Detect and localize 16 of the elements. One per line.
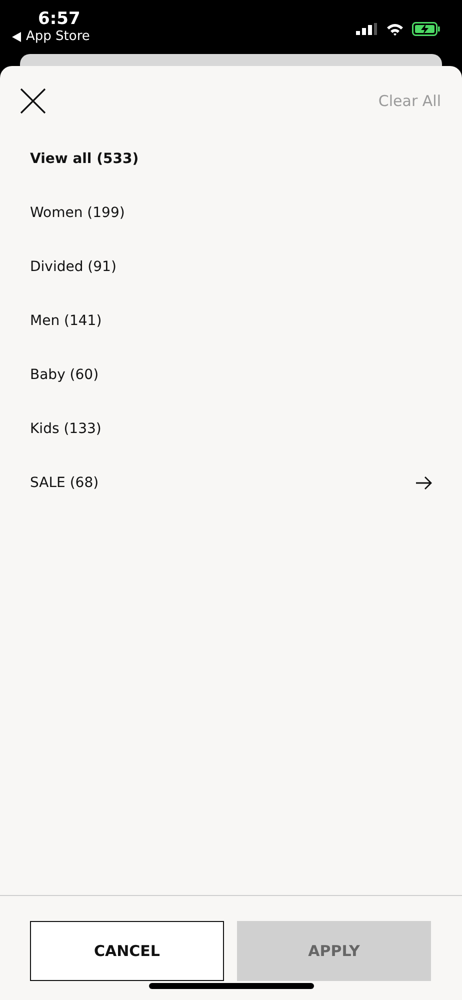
status-time: 6:57 (38, 9, 80, 29)
category-item[interactable]: Baby (60) (30, 348, 432, 402)
category-item[interactable]: View all (533) (30, 132, 432, 186)
close-icon[interactable] (20, 88, 46, 114)
back-triangle-icon (12, 32, 21, 42)
category-item[interactable]: Women (199) (30, 186, 432, 240)
arrow-right-icon (416, 476, 432, 490)
battery-charging-icon (412, 22, 440, 36)
category-item[interactable]: Divided (91) (30, 240, 432, 294)
category-item[interactable]: Men (141) (30, 294, 432, 348)
category-item[interactable]: SALE (68) (30, 456, 432, 510)
cancel-button[interactable]: CANCEL (30, 921, 224, 981)
category-item[interactable]: Kids (133) (30, 402, 432, 456)
wifi-icon (386, 22, 404, 36)
back-link[interactable]: App Store (12, 29, 90, 45)
signal-icon (356, 23, 378, 35)
